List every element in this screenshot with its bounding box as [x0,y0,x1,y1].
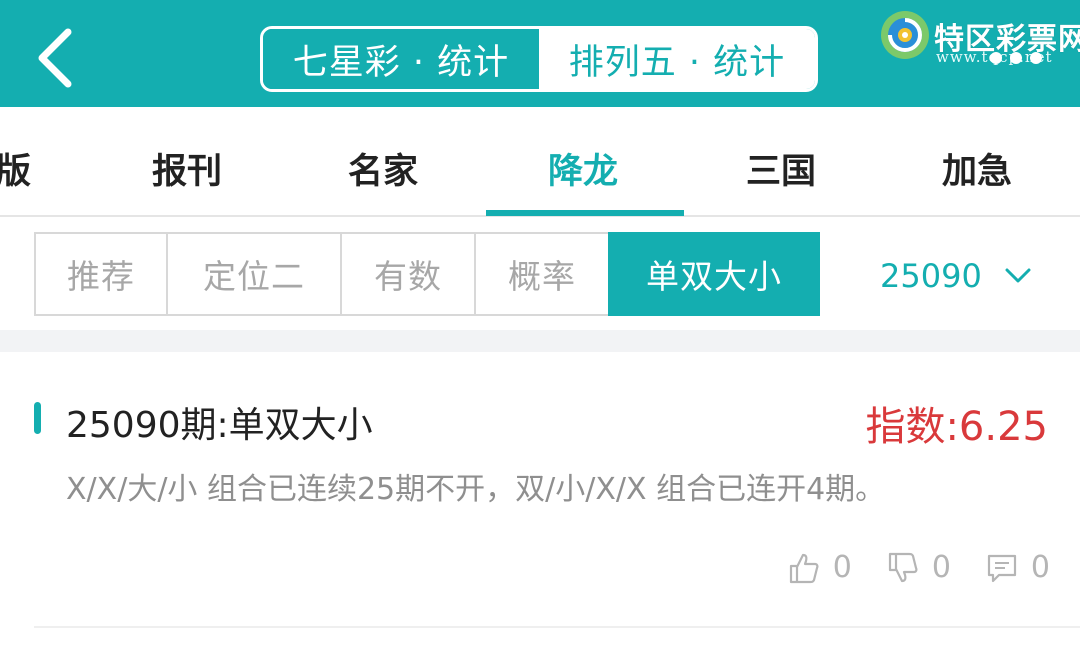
tab-ban[interactable]: 版 [0,143,31,194]
title-accent-bar [34,402,41,434]
like-button[interactable]: 0 [787,550,852,585]
segment-qixingcai[interactable]: 七星彩 · 统计 [263,29,539,89]
active-tab-indicator [486,210,684,216]
card-description: X/X/大/小 组合已连续25期不开，双/小/X/X 组合已连开4期。 [66,472,886,507]
chevron-down-icon [1005,268,1031,283]
tab-mingjia[interactable]: 名家 [348,143,418,194]
dislike-button[interactable]: 0 [886,550,951,585]
card-title: 25090期:单双大小 [66,405,373,446]
top-header: 七星彩 · 统计 排列五 · 统计 特区彩票网 www.tqcp.net [0,0,1080,107]
tab-baokan[interactable]: 报刊 [152,143,222,194]
category-tabs: 版 报刊 名家 降龙 三国 加急 [0,107,1080,217]
thumbs-down-icon [888,552,918,582]
logo-swirl-icon [881,11,929,59]
issue-dropdown[interactable]: 25090 [880,252,1032,300]
subtab-gailv[interactable]: 概率 [474,232,610,316]
like-count: 0 [832,550,852,585]
lottery-switch: 七星彩 · 统计 排列五 · 统计 [260,26,818,92]
more-menu-button[interactable] [990,52,1050,68]
issue-value: 25090 [880,257,982,295]
comment-count: 0 [1030,550,1050,585]
sub-tabs: 推荐 定位二 有数 概率 单双大小 [34,232,820,316]
comment-button[interactable]: 0 [985,550,1050,585]
subtab-youshu[interactable]: 有数 [340,232,476,316]
card-actions: 0 0 0 [787,550,1050,585]
card-index: 指数:6.25 [865,404,1048,450]
more-dots-icon [1010,52,1022,64]
subtab-tuijian[interactable]: 推荐 [34,232,168,316]
more-dots-icon [1030,52,1042,64]
comment-icon [987,554,1017,582]
tab-jiaji[interactable]: 加急 [942,143,1012,194]
segment-pailiewu[interactable]: 排列五 · 统计 [539,29,815,89]
subtab-dingwei[interactable]: 定位二 [166,232,342,316]
dislike-count: 0 [931,550,951,585]
back-button[interactable] [30,26,86,90]
tab-sanguo[interactable]: 三国 [746,143,816,194]
more-dots-icon [990,52,1002,64]
subtab-danshuang[interactable]: 单双大小 [608,232,820,316]
prediction-card[interactable]: 25090期:单双大小 指数:6.25 X/X/大/小 组合已连续25期不开，双… [0,352,1080,645]
section-separator [0,330,1080,352]
thumbs-up-icon [789,553,819,583]
card-divider [34,626,1080,628]
chevron-left-icon [38,28,72,88]
tab-jianglong[interactable]: 降龙 [548,143,618,194]
